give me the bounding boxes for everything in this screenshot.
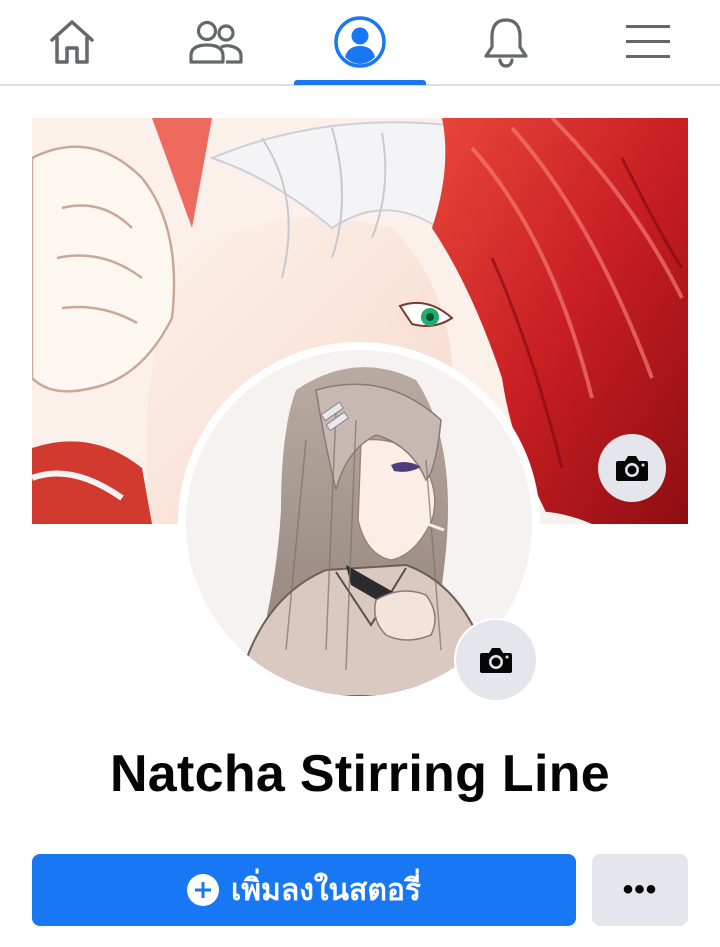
more-options-label: ••• <box>622 873 658 906</box>
camera-icon <box>480 648 512 673</box>
camera-icon <box>616 456 648 481</box>
more-options-button[interactable]: ••• <box>592 854 688 926</box>
top-navigation <box>0 0 720 86</box>
profile-name: Natcha Stirring Line <box>109 745 611 803</box>
edit-cover-button[interactable] <box>598 434 666 502</box>
tab-notifications[interactable] <box>440 0 572 84</box>
plus-circle-icon <box>187 874 220 906</box>
tab-friends[interactable] <box>150 0 282 84</box>
bell-icon <box>484 18 528 68</box>
profile-icon <box>334 16 386 68</box>
add-to-story-label: เพิ่มลงในสตอรี่ <box>231 873 421 907</box>
menu-icon <box>626 25 670 58</box>
active-tab-indicator <box>294 80 426 85</box>
edit-profile-picture-button[interactable] <box>454 618 538 702</box>
home-icon <box>50 20 94 64</box>
tab-home[interactable] <box>6 0 138 84</box>
tab-profile[interactable] <box>294 0 426 84</box>
tab-menu[interactable] <box>582 0 714 84</box>
add-to-story-button[interactable]: เพิ่มลงในสตอรี่ <box>32 854 576 926</box>
friends-icon <box>189 20 243 64</box>
